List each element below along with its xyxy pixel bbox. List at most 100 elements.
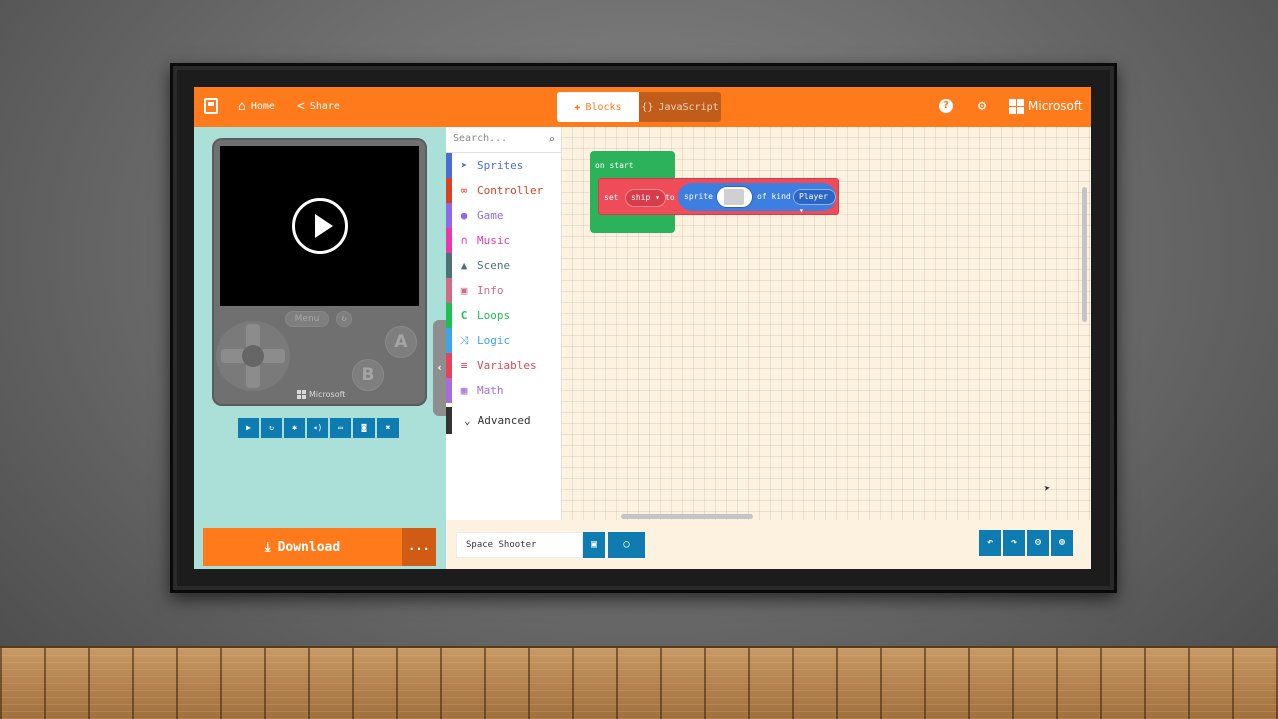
tree-icon: ▲ [460, 259, 468, 272]
category-scene[interactable]: ▲ Scene [446, 253, 561, 278]
tab-blocks[interactable]: ✚ Blocks [557, 92, 639, 122]
category-controller[interactable]: ∞ Controller [446, 178, 561, 203]
tab-blocks-label: Blocks [585, 101, 622, 113]
zoom-out-icon[interactable]: ⊖ [1027, 530, 1049, 556]
screenshot-icon[interactable]: ◙ [353, 418, 375, 438]
category-music[interactable]: ∩ Music [446, 228, 561, 253]
redo-icon[interactable]: ↷ [1003, 530, 1025, 556]
dpad-center [242, 345, 264, 367]
category-color-bar [446, 278, 452, 303]
a-button[interactable]: A [385, 326, 417, 358]
simulator-toolbar: ▶ ↻ ✱ ◂) ▭ ◙ ✖ [238, 418, 399, 438]
category-color-bar [446, 178, 452, 203]
category-label: Game [477, 209, 504, 222]
share-button[interactable]: < Share [297, 99, 340, 114]
mute-icon[interactable]: ◂) [307, 418, 328, 438]
category-label: Variables [477, 359, 537, 372]
horizontal-scrollbar[interactable] [621, 514, 753, 519]
microsoft-brand[interactable]: Microsoft [1028, 99, 1083, 113]
of-kind-label: of kind [757, 192, 791, 201]
microsoft-logo-small-icon [297, 390, 306, 399]
undo-icon[interactable]: ↶ [979, 530, 1001, 556]
arcade-logo-icon[interactable] [204, 98, 218, 114]
category-color-bar [446, 228, 452, 253]
menu-button[interactable]: Menu [285, 311, 329, 327]
share-label: Share [309, 101, 340, 112]
chevron-down-icon: ⌄ [464, 414, 471, 427]
kind-value: Player [799, 192, 828, 201]
home-icon: ⌂ [238, 99, 246, 114]
home-button[interactable]: ⌂ Home [238, 99, 275, 114]
reset-icon[interactable]: ↻ [336, 311, 352, 327]
sprite-block[interactable]: sprite of kind Player ▾ [678, 183, 836, 215]
headphones-icon: ∩ [460, 234, 468, 247]
mouse-cursor-icon: ➤ [1042, 481, 1052, 496]
category-color-bar [446, 328, 452, 353]
simulator-panel: Menu ↻ A B Microsoft ▶ ↻ ✱ ◂) ▭ ◙ ✖ ‹ ⤓ … [194, 127, 446, 569]
category-color-bar [446, 253, 452, 278]
variable-dropdown[interactable]: ship ▾ [625, 189, 666, 207]
category-loops[interactable]: C Loops [446, 303, 561, 328]
set-label: set [604, 193, 619, 202]
list-icon: ≡ [460, 359, 468, 372]
variable-name: ship [631, 193, 651, 202]
puzzle-icon: ✚ [574, 101, 581, 113]
category-label: Loops [477, 309, 511, 322]
paper-plane-icon: ➤ [460, 159, 468, 172]
category-logic[interactable]: ⤨ Logic [446, 328, 561, 353]
zoom-in-icon[interactable]: ⊕ [1051, 530, 1073, 556]
github-icon[interactable]: ◯ [608, 532, 645, 558]
category-color-bar [446, 203, 452, 228]
sprite-label: sprite [684, 192, 713, 201]
vertical-scrollbar[interactable] [1082, 187, 1087, 322]
category-color-bar [446, 303, 452, 328]
category-label: Logic [477, 334, 511, 347]
search-input[interactable]: Search... ⌕ [446, 127, 561, 153]
category-color-bar [446, 378, 452, 403]
category-variables[interactable]: ≡ Variables [446, 353, 561, 378]
category-sprites[interactable]: ➤ Sprites [446, 153, 561, 178]
search-placeholder: Search... [453, 133, 508, 144]
bottom-bar: Space Shooter ▣ ◯ ↶ ↷ ⊖ ⊕ [446, 520, 1091, 569]
kind-dropdown[interactable]: Player ▾ [793, 189, 836, 215]
to-label: to [665, 193, 675, 202]
search-icon[interactable]: ⌕ [548, 133, 555, 146]
download-button[interactable]: ⤓ Download [203, 528, 402, 566]
game-screen[interactable] [220, 146, 419, 306]
save-icon[interactable]: ▣ [583, 532, 605, 558]
b-button[interactable]: B [352, 359, 384, 391]
tab-javascript[interactable]: {} JavaScript [639, 92, 721, 122]
game-console: Menu ↻ A B Microsoft [212, 138, 427, 406]
restart-icon[interactable]: ↻ [261, 418, 282, 438]
sprite-image-field[interactable] [716, 186, 753, 208]
debug-icon[interactable]: ✱ [284, 418, 305, 438]
play-icon[interactable]: ▶ [238, 418, 259, 438]
on-start-label: on start [595, 161, 634, 170]
category-label: Controller [477, 184, 544, 197]
loop-icon: C [460, 309, 468, 322]
gear-icon[interactable]: ⚙ [975, 99, 989, 113]
download-more-button[interactable]: ... [402, 528, 436, 566]
id-card-icon: ▣ [460, 284, 468, 297]
set-variable-block[interactable]: set ship ▾ to sprite of kind Player ▾ [598, 178, 839, 215]
help-icon[interactable]: ? [939, 99, 953, 113]
advanced-label: Advanced [477, 414, 531, 427]
tab-javascript-label: JavaScript [658, 101, 719, 113]
home-label: Home [250, 101, 275, 112]
category-game[interactable]: ● Game [446, 203, 561, 228]
category-label: Math [477, 384, 504, 397]
top-bar: ⌂ Home < Share ✚ Blocks {} JavaScript ? … [194, 87, 1091, 127]
collapse-simulator-button[interactable]: ‹ [433, 320, 446, 416]
keyboard-icon[interactable]: ▭ [330, 418, 351, 438]
blocks-workspace[interactable]: on start set ship ▾ to sprite of kind Pl… [561, 127, 1091, 520]
wooden-floor [0, 646, 1278, 719]
fullscreen-icon[interactable]: ✖ [377, 418, 399, 438]
category-advanced[interactable]: ⌄ Advanced [446, 407, 561, 434]
download-label: Download [277, 539, 341, 555]
play-icon[interactable] [292, 198, 348, 254]
category-math[interactable]: ▦ Math [446, 378, 561, 403]
console-brand-label: Microsoft [309, 390, 346, 399]
category-info[interactable]: ▣ Info [446, 278, 561, 303]
project-name-input[interactable]: Space Shooter [456, 532, 583, 558]
microsoft-logo-icon[interactable] [1009, 99, 1024, 114]
